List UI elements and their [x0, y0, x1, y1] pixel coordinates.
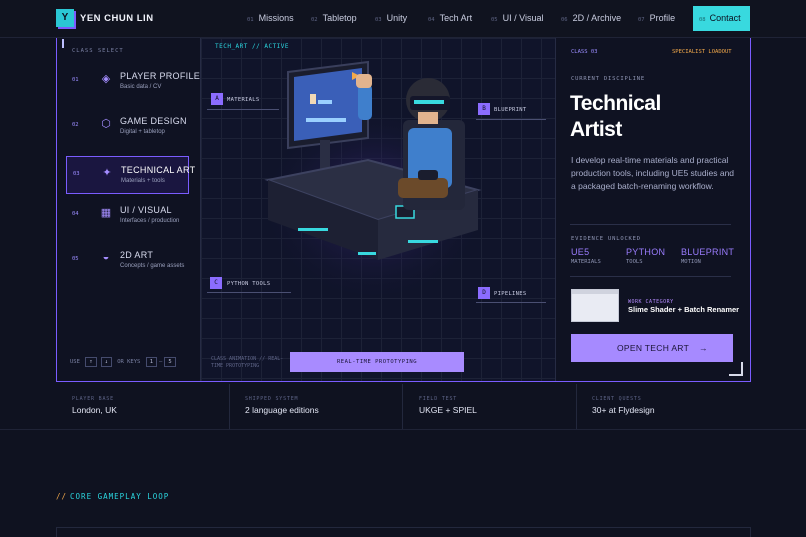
- realtime-prototyping-button[interactable]: REAL-TIME PROTOTYPING: [290, 352, 464, 372]
- hexagon-icon: ⬡: [101, 118, 111, 130]
- stats-bottom-line: [0, 429, 806, 430]
- stat-divider: [402, 384, 403, 429]
- evidence-heading: EVIDENCE UNLOCKED: [571, 236, 641, 242]
- marker-c-label: PYTHON TOOLS: [227, 281, 271, 287]
- marker-c-line: [207, 292, 291, 293]
- nav-item-profile[interactable]: 07 Profile: [638, 13, 675, 23]
- diamond-icon: ◈: [101, 73, 111, 85]
- evidence-blueprint: BLUEPRINT MOTION: [681, 247, 735, 265]
- active-tag: TECH_ART // ACTIVE: [215, 43, 290, 50]
- nav-item-tech-art[interactable]: 04 Tech Art: [428, 13, 472, 23]
- divider: [570, 276, 731, 277]
- marker-a-line: [207, 109, 279, 110]
- marker-a: A: [211, 93, 223, 105]
- key-5: 5: [164, 357, 176, 367]
- key-down: ↓: [100, 357, 112, 367]
- evidence-python: PYTHON TOOLS: [626, 247, 666, 265]
- marker-d-label: PIPELINES: [494, 291, 527, 297]
- marker-c: C: [210, 277, 222, 289]
- stat-divider: [576, 384, 577, 429]
- marker-a-label: MATERIALS: [227, 97, 260, 103]
- open-tech-art-button[interactable]: OPEN TECH ART →: [571, 334, 733, 362]
- nav-item-2d-archive[interactable]: 06 2D / Archive: [561, 13, 621, 23]
- class-item-2d-art[interactable]: 05 ◒ 2D ART Concepts / game assets: [66, 242, 189, 280]
- class-animation-label: CLASS ANIMATION // REAL-TIME PROTOTYPING: [211, 356, 284, 369]
- class-item-game-design[interactable]: 02 ⬡ GAME DESIGN Digital + tabletop: [66, 108, 189, 146]
- marker-d-line: [476, 302, 546, 303]
- arrow-right-icon: →: [699, 343, 708, 353]
- stat-client-quests: CLIENT QUESTS 30+ at Flydesign: [592, 396, 655, 415]
- nav-item-tabletop[interactable]: 02 Tabletop: [311, 13, 357, 23]
- class-number: CLASS 03: [571, 49, 598, 55]
- section-heading: //CORE GAMEPLAY LOOP: [56, 492, 170, 501]
- key-up: ↑: [85, 357, 97, 367]
- loadout-label: SPECIALIST LOADOUT: [672, 49, 732, 55]
- sparkle-icon: ✦: [102, 167, 112, 179]
- stat-shipped-system: SHIPPED SYSTEM 2 language editions: [245, 396, 319, 415]
- contact-button[interactable]: 08 Contact: [693, 6, 750, 31]
- keyboard-hint: USE ↑ ↓ OR KEYS 1–5: [70, 357, 178, 367]
- discipline-title: Technical Artist: [570, 92, 661, 141]
- top-nav: Y YEN CHUN LIN 01 Missions 02 Tabletop 03 U…: [0, 0, 806, 38]
- work-title[interactable]: Slime Shader + Batch Renamer: [628, 305, 739, 314]
- evidence-ue5: UE5 MATERIALS: [571, 247, 601, 265]
- discipline-description: I develop real-time materials and practi…: [571, 155, 735, 191]
- grid-icon: ▦: [100, 207, 112, 219]
- gaming-station-illustration: [258, 60, 490, 295]
- brand-name[interactable]: YEN CHUN LIN: [80, 13, 154, 24]
- class-item-ui-visual[interactable]: 04 ▦ UI / VISUAL Interfaces / production: [66, 197, 189, 235]
- class-item-player-profile[interactable]: 01 ◈ PLAYER PROFILE Basic data / CV: [66, 63, 200, 101]
- corner-bracket: [729, 362, 743, 376]
- class-select-heading: CLASS SELECT: [72, 48, 124, 54]
- accent-bar: [62, 39, 64, 48]
- key-1: 1: [145, 357, 157, 367]
- class-item-technical-art[interactable]: 03 ✦ TECHNICAL ART Materials + tools: [66, 156, 195, 194]
- stat-player-base: PLAYER BASE London, UK: [72, 396, 117, 415]
- nav-item-ui-visual[interactable]: 05 UI / Visual: [491, 13, 543, 23]
- stat-field-test: FIELD TEST UKGE + SPIEL: [419, 396, 477, 415]
- logo-icon[interactable]: Y: [56, 9, 74, 27]
- marker-b: B: [478, 103, 490, 115]
- half-circle-icon: ◒: [102, 251, 110, 263]
- marker-b-label: BLUEPRINT: [494, 107, 527, 113]
- marker-d: D: [478, 287, 490, 299]
- stat-divider: [229, 384, 230, 429]
- nav-item-missions[interactable]: 01 Missions: [247, 13, 294, 23]
- section-box: [56, 527, 751, 537]
- discipline-label: CURRENT DISCIPLINE: [571, 76, 646, 82]
- divider: [570, 224, 731, 225]
- work-thumbnail[interactable]: [571, 289, 619, 322]
- nav-item-unity[interactable]: 03 Unity: [375, 13, 407, 23]
- marker-b-line: [476, 119, 546, 120]
